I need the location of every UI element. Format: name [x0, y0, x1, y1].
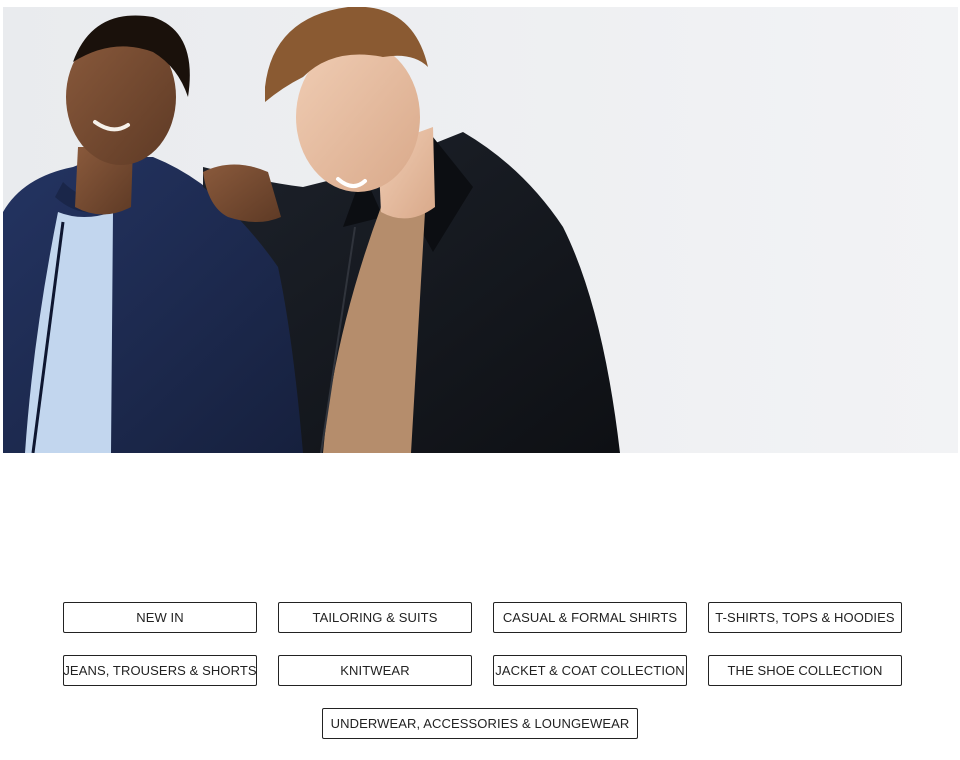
category-tailoring-suits[interactable]: TAILORING & SUITS [278, 602, 472, 633]
category-shirts[interactable]: CASUAL & FORMAL SHIRTS [493, 602, 687, 633]
hero-image [3, 7, 958, 453]
category-new-in[interactable]: NEW IN [63, 602, 257, 633]
hero-banner[interactable] [3, 7, 958, 453]
category-tshirts-tops-hoodies[interactable]: T-SHIRTS, TOPS & HOODIES [708, 602, 902, 633]
category-jeans-trousers-shorts[interactable]: JEANS, TROUSERS & SHORTS [63, 655, 257, 686]
category-shoes[interactable]: THE SHOE COLLECTION [708, 655, 902, 686]
category-jacket-coat[interactable]: JACKET & COAT COLLECTION [493, 655, 687, 686]
category-knitwear[interactable]: KNITWEAR [278, 655, 472, 686]
category-underwear-accessories-loungewear[interactable]: UNDERWEAR, ACCESSORIES & LOUNGEWEAR [322, 708, 638, 739]
